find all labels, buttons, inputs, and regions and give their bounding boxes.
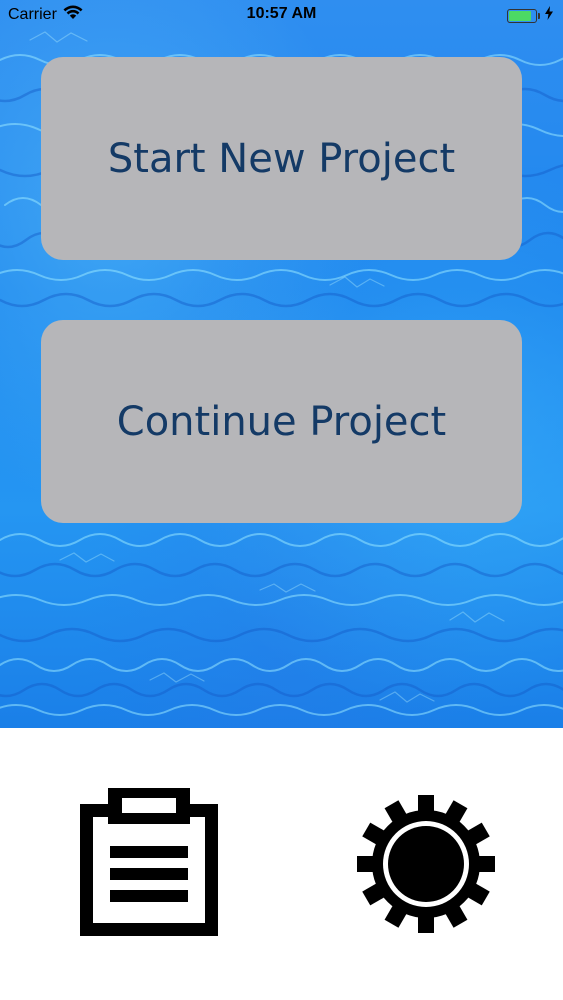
battery-group <box>507 6 553 25</box>
settings-button[interactable] <box>357 795 495 933</box>
status-bar: Carrier 10:57 AM <box>0 0 563 30</box>
gear-icon <box>357 795 495 933</box>
battery-icon <box>507 8 540 23</box>
continue-project-label: Continue Project <box>116 398 447 445</box>
continue-project-button[interactable]: Continue Project <box>41 320 522 523</box>
app-screen: Carrier 10:57 AM Start New Project Conti… <box>0 0 563 1000</box>
charging-bolt-icon <box>545 6 553 25</box>
clipboard-button[interactable] <box>76 788 222 940</box>
start-new-project-label: Start New Project <box>107 135 456 182</box>
clipboard-icon <box>80 788 218 936</box>
status-time: 10:57 AM <box>246 5 317 22</box>
start-new-project-button[interactable]: Start New Project <box>41 57 522 260</box>
battery-level-fill <box>509 10 531 21</box>
